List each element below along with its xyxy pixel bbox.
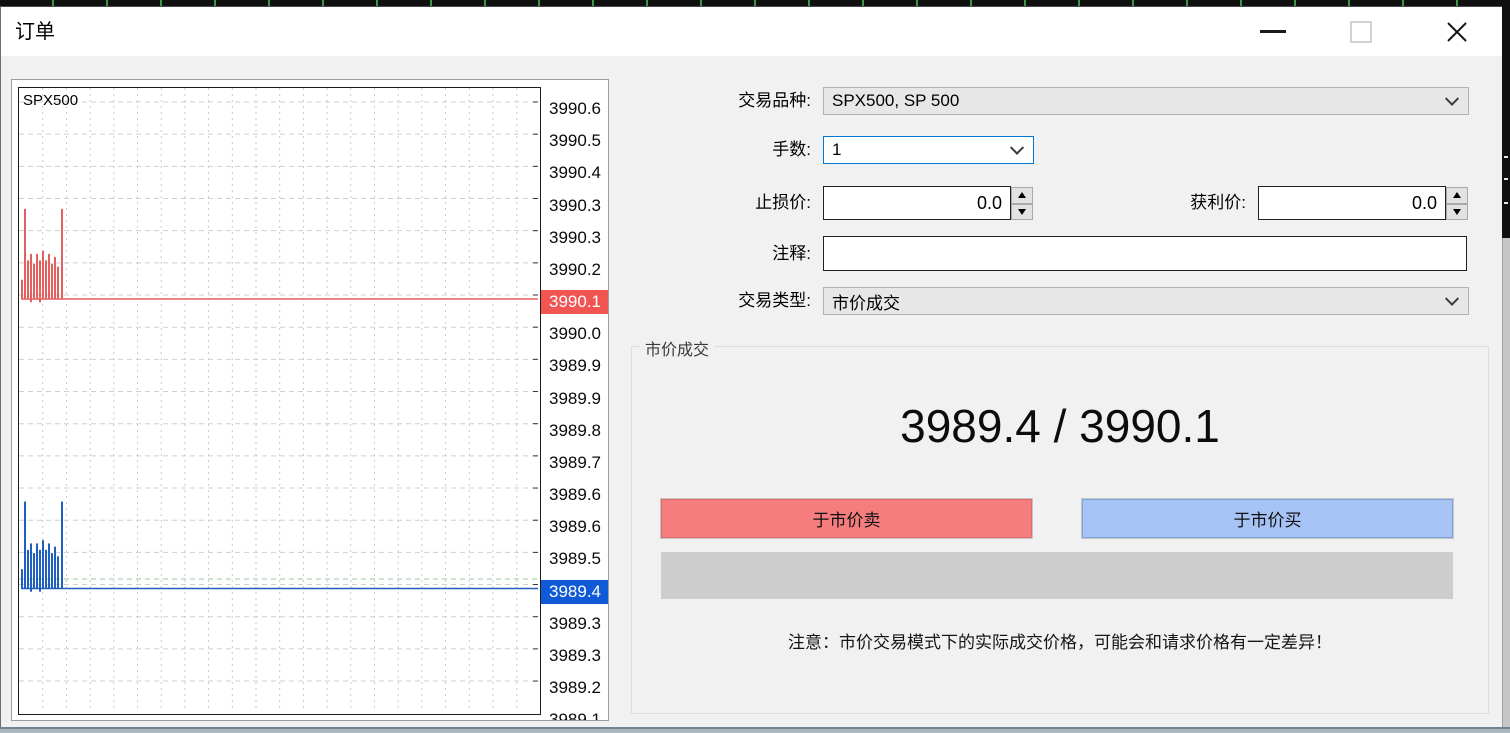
- disabled-action-bar: [661, 552, 1453, 599]
- close-icon: [1445, 20, 1469, 44]
- take-profit-input[interactable]: [1258, 186, 1446, 220]
- volume-combobox[interactable]: 1: [823, 136, 1034, 164]
- price-axis-label: 3989.7: [541, 451, 609, 475]
- price-axis-label: 3990.0: [541, 322, 609, 346]
- chart-symbol-label: SPX500: [23, 92, 78, 109]
- symbol-value: SPX500, SP 500: [832, 91, 959, 111]
- market-execution-group: 市价成交 3989.4 / 3990.1 于市价卖 于市价买 注意：市价交易模式…: [631, 346, 1489, 714]
- bid-ask-quote: 3989.4 / 3990.1: [632, 399, 1488, 453]
- stop-loss-label: 止损价:: [661, 186, 811, 220]
- minimize-button[interactable]: [1250, 7, 1296, 56]
- stop-loss-spinner: [1011, 187, 1033, 220]
- spin-down-button[interactable]: [1011, 204, 1033, 221]
- order-type-combobox[interactable]: 市价成交: [823, 287, 1469, 315]
- chevron-down-icon: [1445, 92, 1459, 106]
- price-axis-ask-chip: 3990.1: [541, 290, 609, 314]
- chevron-down-icon: [1010, 141, 1024, 155]
- chevron-down-icon: [1445, 292, 1459, 306]
- sell-by-market-button[interactable]: 于市价卖: [661, 499, 1032, 538]
- buy-by-market-button[interactable]: 于市价买: [1082, 499, 1453, 538]
- comment-input[interactable]: [823, 236, 1467, 271]
- tick-chart-plot: [18, 87, 541, 715]
- price-axis-label: 3990.4: [541, 161, 609, 185]
- comment-label: 注释:: [661, 236, 811, 271]
- background-glyph: [1504, 202, 1508, 204]
- triangle-up-icon: [1018, 192, 1026, 198]
- price-axis-label: 3989.3: [541, 612, 609, 636]
- price-axis-label: 3989.9: [541, 354, 609, 378]
- price-axis-label: 3990.2: [541, 258, 609, 282]
- price-axis-label: 3989.1: [541, 708, 609, 721]
- spin-up-button[interactable]: [1446, 187, 1468, 204]
- screen: 订单 SPX500 3990.6 3990.5 3990.4 3990.3 3990.3…: [0, 0, 1510, 733]
- volume-value: 1: [832, 140, 841, 160]
- price-axis-label: 3989.9: [541, 387, 609, 411]
- triangle-down-icon: [1018, 209, 1026, 215]
- price-axis-label: 3990.3: [541, 226, 609, 250]
- maximize-button[interactable]: [1338, 7, 1384, 56]
- symbol-label: 交易品种:: [661, 87, 811, 115]
- price-axis-label: 3990.6: [541, 97, 609, 121]
- price-axis-label: 3989.6: [541, 483, 609, 507]
- price-axis-label: 3990.3: [541, 194, 609, 218]
- triangle-up-icon: [1453, 192, 1461, 198]
- spin-up-button[interactable]: [1011, 187, 1033, 204]
- price-axis-label: 3989.3: [541, 644, 609, 668]
- background-scrollbar-strip[interactable]: [1502, 238, 1510, 727]
- stop-loss-input[interactable]: [823, 186, 1011, 220]
- take-profit-spinner: [1446, 187, 1468, 220]
- price-axis-label: 3989.5: [541, 547, 609, 571]
- price-axis: 3990.6 3990.5 3990.4 3990.3 3990.3 3990.2 3990…: [541, 80, 609, 721]
- execution-note: 注意：市价交易模式下的实际成交价格，可能会和请求价格有一定差异！: [632, 628, 1488, 653]
- spin-down-button[interactable]: [1446, 204, 1468, 221]
- price-axis-label: 3989.8: [541, 419, 609, 443]
- background-glyph: [1504, 178, 1508, 180]
- background-glyph: [1504, 156, 1508, 158]
- order-type-value: 市价成交: [832, 289, 900, 314]
- minimize-icon: [1260, 30, 1286, 33]
- price-axis-label: 3989.6: [541, 515, 609, 539]
- background-app-strip-right: [1502, 6, 1510, 238]
- symbol-combobox[interactable]: SPX500, SP 500: [823, 87, 1469, 115]
- order-dialog: 订单 SPX500 3990.6 3990.5 3990.4 3990.3 3990.3…: [0, 6, 1502, 727]
- order-type-label: 交易类型:: [661, 287, 811, 315]
- volume-label: 手数:: [661, 136, 811, 164]
- price-axis-label: 3989.2: [541, 676, 609, 700]
- price-axis-label: 3990.5: [541, 129, 609, 153]
- dialog-title: 订单: [15, 7, 55, 57]
- title-bar[interactable]: 订单: [1, 7, 1502, 56]
- maximize-icon: [1350, 21, 1372, 43]
- group-title: 市价成交: [640, 336, 714, 360]
- background-app-strip-bottom: [0, 727, 1510, 733]
- close-button[interactable]: [1434, 7, 1480, 56]
- price-axis-bid-chip: 3989.4: [541, 580, 609, 604]
- tick-chart-svg: [19, 88, 538, 712]
- triangle-down-icon: [1453, 209, 1461, 215]
- take-profit-label: 获利价:: [1096, 186, 1246, 220]
- tick-chart-panel: SPX500 3990.63990.53990.43990.33990.3399…: [11, 79, 609, 721]
